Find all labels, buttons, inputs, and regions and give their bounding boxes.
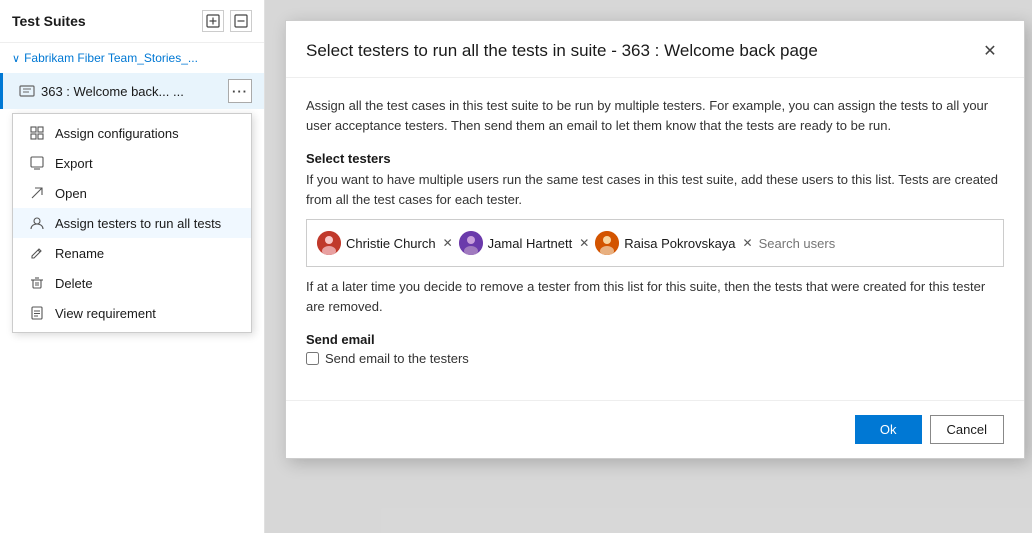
tester-name-jamal: Jamal Hartnett [488, 236, 573, 251]
suite-item-label: 363 : Welcome back... ... [41, 84, 228, 99]
menu-item-view-req[interactable]: View requirement [13, 298, 251, 328]
menu-item-assign-testers-label: Assign testers to run all tests [55, 216, 221, 231]
suite-icon [19, 83, 35, 99]
tester-tag-raisa: Raisa Pokrovskaya ✕ [595, 231, 752, 255]
assign-config-icon [29, 125, 45, 141]
menu-item-open[interactable]: Open [13, 178, 251, 208]
menu-item-open-label: Open [55, 186, 87, 201]
menu-item-export[interactable]: Export [13, 148, 251, 178]
sidebar-header-icons [202, 10, 252, 32]
menu-item-view-req-label: View requirement [55, 306, 156, 321]
send-email-checkbox[interactable] [306, 352, 319, 365]
dialog-close-button[interactable]: ✕ [976, 37, 1004, 65]
tester-remove-christie[interactable]: ✕ [443, 236, 453, 250]
send-email-checkbox-text: Send email to the testers [325, 351, 469, 366]
menu-item-rename-label: Rename [55, 246, 104, 261]
send-email-checkbox-row: Send email to the testers [306, 351, 1004, 366]
dialog-titlebar: Select testers to run all the tests in s… [286, 21, 1024, 78]
main-area: Select testers to run all the tests in s… [265, 0, 1032, 533]
assign-testers-icon [29, 215, 45, 231]
view-req-icon [29, 305, 45, 321]
remove-suite-icon[interactable] [230, 10, 252, 32]
dialog: Select testers to run all the tests in s… [285, 20, 1025, 459]
menu-item-assign-config[interactable]: Assign configurations [13, 118, 251, 148]
export-icon [29, 155, 45, 171]
tester-remove-jamal[interactable]: ✕ [579, 236, 589, 250]
testers-input-box[interactable]: Christie Church ✕ Jamal Hartnett ✕ [306, 219, 1004, 267]
suite-item-more-button[interactable]: ··· [228, 79, 252, 103]
menu-item-delete-label: Delete [55, 276, 93, 291]
tester-tag-christie: Christie Church ✕ [317, 231, 453, 255]
ellipsis-icon: ··· [232, 84, 248, 99]
rename-icon [29, 245, 45, 261]
ok-button[interactable]: Ok [855, 415, 922, 444]
cancel-button[interactable]: Cancel [930, 415, 1004, 444]
select-testers-label: Select testers [306, 151, 1004, 166]
avatar-raisa [595, 231, 619, 255]
tester-name-raisa: Raisa Pokrovskaya [624, 236, 735, 251]
delete-icon [29, 275, 45, 291]
sidebar-team-label[interactable]: Fabrikam Fiber Team_Stories_... [0, 43, 264, 73]
select-testers-desc: If you want to have multiple users run t… [306, 170, 1004, 209]
menu-item-assign-config-label: Assign configurations [55, 126, 179, 141]
dialog-body: Assign all the test cases in this test s… [286, 78, 1024, 400]
removal-note: If at a later time you decide to remove … [306, 277, 1004, 316]
suite-item[interactable]: 363 : Welcome back... ... ··· [0, 73, 264, 109]
dialog-footer: Ok Cancel [286, 400, 1024, 458]
sidebar: Test Suites Fabrikam Fiber Team_Stories_… [0, 0, 265, 533]
avatar-jamal [459, 231, 483, 255]
open-icon [29, 185, 45, 201]
add-suite-icon[interactable] [202, 10, 224, 32]
menu-item-export-label: Export [55, 156, 93, 171]
send-email-label: Send email [306, 332, 1004, 347]
menu-item-rename[interactable]: Rename [13, 238, 251, 268]
menu-item-assign-testers[interactable]: Assign testers to run all tests [13, 208, 251, 238]
menu-item-delete[interactable]: Delete [13, 268, 251, 298]
tester-tag-jamal: Jamal Hartnett ✕ [459, 231, 590, 255]
sidebar-title: Test Suites [12, 13, 86, 29]
tester-remove-raisa[interactable]: ✕ [743, 236, 753, 250]
sidebar-header: Test Suites [0, 0, 264, 43]
tester-name-christie: Christie Church [346, 236, 436, 251]
search-users-input[interactable] [759, 236, 935, 251]
dialog-description: Assign all the test cases in this test s… [306, 96, 1004, 135]
avatar-christie [317, 231, 341, 255]
dialog-title: Select testers to run all the tests in s… [306, 41, 818, 61]
context-menu: Assign configurations Export Open [12, 113, 252, 333]
send-email-section: Send email Send email to the testers [306, 332, 1004, 366]
